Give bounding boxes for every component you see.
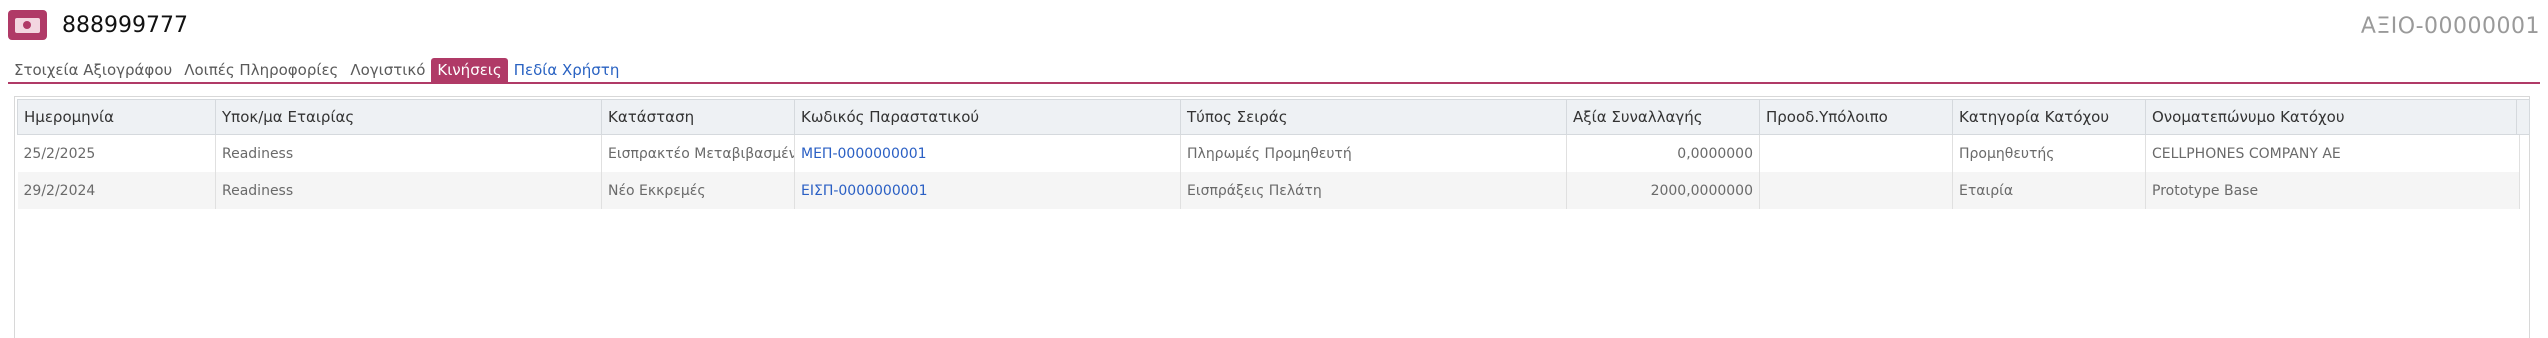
cell-transaction-value: 0,0000000 bbox=[1566, 134, 1760, 172]
column-header-progressive-balance[interactable]: Προοδ.Υπόλοιπο bbox=[1759, 99, 1953, 135]
column-header-holder-name[interactable]: Ονοματεπώνυμο Κατόχου bbox=[2145, 99, 2520, 135]
table-row[interactable]: 25/2/2025 Readiness Εισπρακτέο Μεταβιβασ… bbox=[17, 134, 2520, 172]
cell-date: 29/2/2024 bbox=[17, 172, 216, 209]
table-row[interactable]: 29/2/2024 Readiness Νέο Εκκρεμές ΕΙΣΠ-00… bbox=[17, 172, 2520, 209]
vertical-scrollbar-header bbox=[2516, 99, 2530, 135]
column-header-holder-category[interactable]: Κατηγορία Κατόχου bbox=[1952, 99, 2146, 135]
tab-accounting[interactable]: Λογιστικό bbox=[344, 58, 431, 82]
movements-grid: Ημερομηνία Υποκ/μα Εταιρίας Κατάσταση Κω… bbox=[14, 96, 2530, 338]
cell-document-code-link[interactable]: ΜΕΠ-0000000001 bbox=[794, 134, 1181, 172]
cell-holder-category: Προμηθευτής bbox=[1952, 134, 2146, 172]
cell-company-branch: Readiness bbox=[215, 134, 602, 172]
cell-date: 25/2/2025 bbox=[17, 134, 216, 172]
cell-progressive-balance bbox=[1759, 172, 1953, 209]
tab-movements[interactable]: Κινήσεις bbox=[431, 58, 508, 82]
tab-user-fields[interactable]: Πεδία Χρήστη bbox=[508, 58, 626, 82]
table-header-row: Ημερομηνία Υποκ/μα Εταιρίας Κατάσταση Κω… bbox=[17, 99, 2520, 135]
tab-other-info[interactable]: Λοιπές Πληροφορίες bbox=[178, 58, 344, 82]
record-title: 888999777 bbox=[62, 13, 188, 38]
cell-status: Νέο Εκκρεμές bbox=[601, 172, 795, 209]
document-number: ΑΞΙΟ-00000001 bbox=[2360, 14, 2540, 39]
cell-holder-name: Prototype Base bbox=[2145, 172, 2520, 209]
cell-series-type: Εισπράξεις Πελάτη bbox=[1180, 172, 1567, 209]
column-header-date[interactable]: Ημερομηνία bbox=[17, 99, 216, 135]
banknote-icon bbox=[8, 10, 47, 40]
column-header-company-branch[interactable]: Υποκ/μα Εταιρίας bbox=[215, 99, 602, 135]
banknote-icon-bill bbox=[15, 18, 40, 33]
movements-table: Ημερομηνία Υποκ/μα Εταιρίας Κατάσταση Κω… bbox=[17, 99, 2520, 209]
cell-company-branch: Readiness bbox=[215, 172, 602, 209]
column-header-series-type[interactable]: Τύπος Σειράς bbox=[1180, 99, 1567, 135]
cell-progressive-balance bbox=[1759, 134, 1953, 172]
document-header: 888999777 ΑΞΙΟ-00000001 bbox=[0, 0, 2548, 52]
column-header-transaction-value[interactable]: Αξία Συναλλαγής bbox=[1566, 99, 1760, 135]
cell-holder-category: Εταιρία bbox=[1952, 172, 2146, 209]
tab-document-details[interactable]: Στοιχεία Αξιογράφου bbox=[8, 58, 178, 82]
cell-status: Εισπρακτέο Μεταβιβασμένο bbox=[601, 134, 795, 172]
tab-underline bbox=[8, 82, 2540, 84]
cell-holder-name: CELLPHONES COMPANY AE bbox=[2145, 134, 2520, 172]
column-header-document-code[interactable]: Κωδικός Παραστατικού bbox=[794, 99, 1181, 135]
cell-transaction-value: 2000,0000000 bbox=[1566, 172, 1760, 209]
cell-series-type: Πληρωμές Προμηθευτή bbox=[1180, 134, 1567, 172]
tab-bar: Στοιχεία Αξιογράφου Λοιπές Πληροφορίες Λ… bbox=[8, 58, 625, 82]
column-header-status[interactable]: Κατάσταση bbox=[601, 99, 795, 135]
cell-document-code-link[interactable]: ΕΙΣΠ-0000000001 bbox=[794, 172, 1181, 209]
